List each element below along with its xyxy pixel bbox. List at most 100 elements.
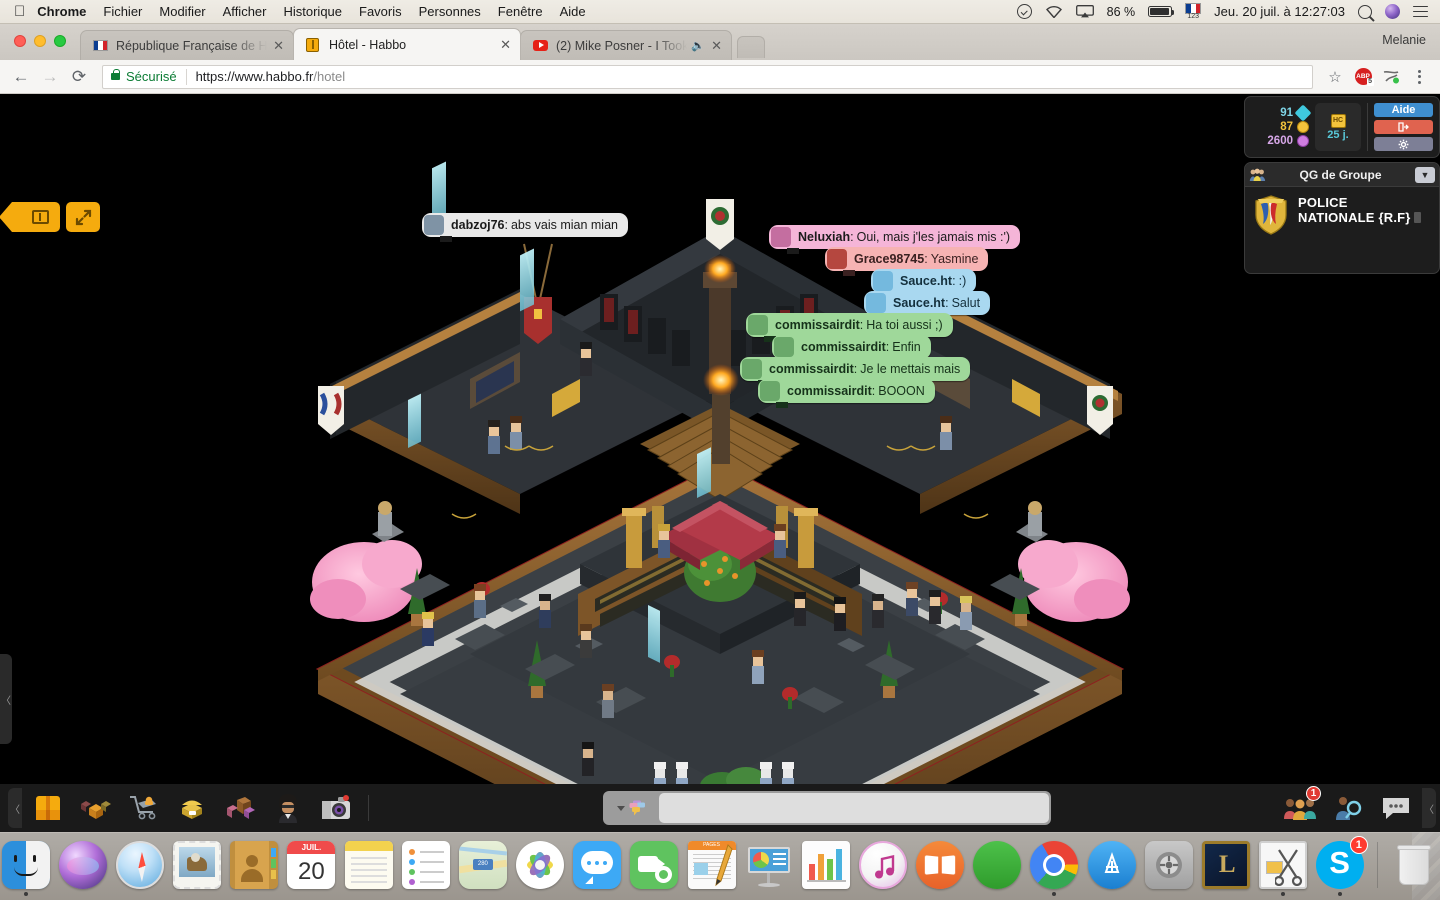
dock-item-keynote[interactable] [743,838,794,896]
habbo-game-viewport[interactable]: 〈 dabzoj76: abs vais mian mian Neluxiah:… [0,94,1440,832]
battery-icon[interactable] [1148,6,1175,17]
chat-input-container[interactable] [602,791,1051,825]
menu-item-historique[interactable]: Historique [283,4,342,19]
habbo-room-scene[interactable] [0,94,1440,784]
tab-hotel-habbo[interactable]: Hôtel - Habbo ✕ [293,28,521,60]
dock-item-facetime[interactable] [629,838,680,896]
close-window-button[interactable] [14,35,26,47]
chat-bubble-neluxiah[interactable]: Neluxiah: Oui, mais j'les jamais mis :') [769,225,1020,254]
chat-bubble-dabzoj76[interactable]: dabzoj76: abs vais mian mian [422,213,628,242]
menu-item-favoris[interactable]: Favoris [359,4,402,19]
settings-button[interactable] [1374,137,1433,151]
menu-item-modifier[interactable]: Modifier [159,4,205,19]
checkmark-circle-icon[interactable] [1016,4,1032,19]
room-furni-button[interactable] [218,788,262,828]
kebab-menu-icon[interactable] [1406,64,1432,90]
dock-item-photos[interactable] [514,838,565,896]
habbo-top-left-controls[interactable] [0,202,100,232]
close-tab-icon[interactable]: ✕ [500,38,511,51]
camera-button[interactable] [314,788,358,828]
dock-item-league-of-legends[interactable]: L [1200,838,1251,896]
dock-item-notes[interactable] [343,838,394,896]
menu-item-fenetre[interactable]: Fenêtre [498,4,543,19]
airplay-icon[interactable] [1075,5,1094,18]
inventory-button[interactable] [74,788,118,828]
catalogue-button[interactable] [122,788,166,828]
currency-credits[interactable]: 87 [1251,121,1309,133]
chrome-profile-name[interactable]: Melanie [1382,33,1426,47]
chat-bubble-commissairdit-4[interactable]: commissairdit: BOOON [758,379,935,408]
menu-item-afficher[interactable]: Afficher [223,4,267,19]
dock-item-reminders[interactable] [400,838,451,896]
dock-item-calendar[interactable]: JUIL. 20 [286,838,337,896]
reload-icon[interactable]: ⟳ [66,64,92,90]
dock-item-safari[interactable] [114,838,165,896]
dock-item-ibooks[interactable] [915,838,966,896]
chat-bubble-sauceht-2[interactable]: Sauce.ht: Salut [864,291,991,320]
builders-club-button[interactable] [170,788,214,828]
menu-item-fichier[interactable]: Fichier [103,4,142,19]
menu-item-personnes[interactable]: Personnes [419,4,481,19]
dock-item-pages[interactable]: PAGES [686,838,737,896]
back-arrow-icon[interactable]: ← [8,64,34,90]
chat-input[interactable] [658,793,1049,823]
dock-item-mail[interactable] [172,838,223,896]
menubar-clock[interactable]: Jeu. 20 juil. à 12:27:03 [1214,4,1345,19]
logout-button[interactable] [1374,120,1433,134]
chat-bubble-commissairdit-2[interactable]: commissairdit: Enfin [772,335,931,364]
dock-item-siri[interactable] [57,838,108,896]
group-panel-body[interactable]: POLICE NATIONALE {R.F} [1245,187,1439,273]
hc-membership-box[interactable]: HC 25 j. [1315,103,1361,151]
star-icon[interactable]: ☆ [1322,64,1348,90]
dock-item-contacts[interactable] [229,838,280,896]
currency-diamonds[interactable]: 91 [1251,104,1312,122]
zoom-window-button[interactable] [54,35,66,47]
minimize-window-button[interactable] [34,35,46,47]
new-tab-button[interactable] [737,36,765,58]
dock-item-chrome[interactable] [1029,838,1080,896]
forward-arrow-icon[interactable]: → [37,64,63,90]
menu-item-chrome[interactable]: Chrome [37,4,86,19]
chat-style-selector[interactable] [605,793,659,823]
habbo-logo-button[interactable] [26,788,70,828]
dock-item-trash[interactable] [1389,838,1440,896]
close-tab-icon[interactable]: ✕ [273,39,284,52]
tab-republique-francaise[interactable]: République Française de Habb ✕ [80,30,294,60]
fullscreen-button[interactable] [66,202,100,232]
menu-item-aide[interactable]: Aide [560,4,586,19]
avatar-profile-button[interactable] [266,788,310,828]
room-left-panel-toggle[interactable]: 〈 [0,654,12,744]
adblock-plus-icon[interactable]: ABP 5 [1350,64,1376,90]
dock-item-finder[interactable] [0,838,51,896]
chat-bubble-commissairdit-1[interactable]: commissairdit: Ha toi aussi ;) [746,313,953,342]
help-button[interactable]: Aide [1374,103,1433,117]
close-tab-icon[interactable]: ✕ [711,39,722,52]
toolbar-right-collapse[interactable]: 〈 [1422,788,1436,828]
dock-item-messages[interactable] [572,838,623,896]
apple-logo-icon[interactable]:  [14,4,25,19]
tab-youtube-mike-posner[interactable]: (2) Mike Posner - I Took a P 🔈 ✕ [520,30,732,60]
chat-bubble-commissairdit-3[interactable]: commissairdit: Je le mettais mais [740,357,971,386]
address-bar[interactable]: Sécurisé https://www.habbo.fr/hotel [102,64,1313,89]
siri-icon[interactable] [1385,4,1400,19]
wifi-icon[interactable] [1045,5,1063,18]
toolbar-left-collapse[interactable]: 〈 [8,788,22,828]
grasshopper-extension-icon[interactable] [1378,64,1404,90]
dock-item-systemprefs[interactable] [1143,838,1194,896]
chat-bubble-sauceht-1[interactable]: Sauce.ht: :) [871,269,977,298]
habbo-home-button[interactable] [0,202,60,232]
dock-item-snipping[interactable] [1257,838,1308,896]
chat-history-button[interactable] [1374,788,1418,828]
input-source-french-flag-icon[interactable]: 123 [1185,3,1202,20]
spotlight-search-icon[interactable] [1358,4,1372,19]
search-people-button[interactable] [1326,788,1370,828]
chevron-down-icon[interactable]: ▼ [1415,166,1435,183]
friends-button[interactable]: 1 [1278,786,1322,828]
dock-item-itunes[interactable] [857,838,908,896]
dock-item-appstore[interactable] [1086,838,1137,896]
group-panel-header[interactable]: QG de Groupe ▼ [1245,163,1439,187]
currency-duckets[interactable]: 2600 [1251,135,1309,147]
tab-audio-icon[interactable]: 🔈 [691,39,705,52]
dock-item-appstore-green[interactable] [972,838,1023,896]
window-traffic-lights[interactable] [14,35,66,47]
